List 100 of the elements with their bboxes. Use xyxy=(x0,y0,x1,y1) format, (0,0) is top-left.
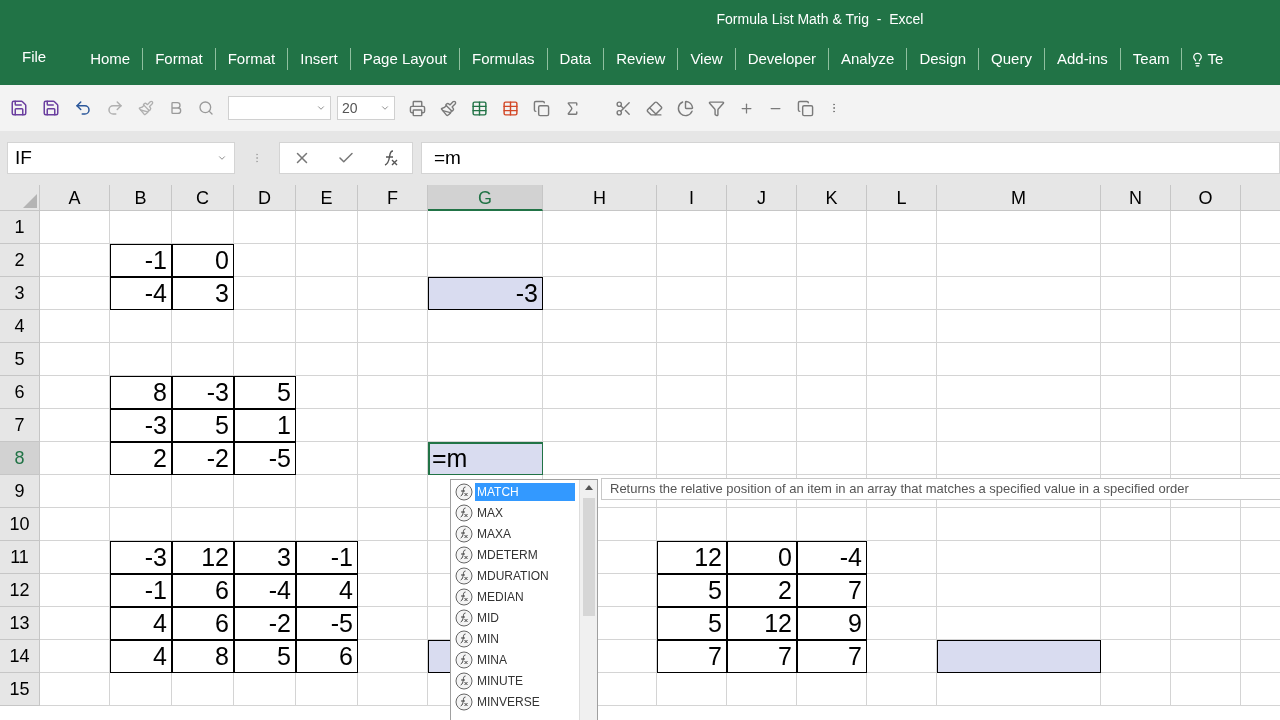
column-header[interactable]: L xyxy=(867,185,937,211)
cell[interactable]: -5 xyxy=(234,442,296,475)
undo-icon[interactable] xyxy=(74,99,92,117)
function-suggestion[interactable]: MINUTE xyxy=(451,670,579,691)
cell[interactable]: -3 xyxy=(428,277,543,310)
search-icon[interactable] xyxy=(198,100,214,116)
function-suggestion[interactable]: MEDIAN xyxy=(451,586,579,607)
row-header[interactable]: 1 xyxy=(0,211,40,244)
cell[interactable]: =m xyxy=(428,442,543,475)
cell[interactable]: -3 xyxy=(172,376,234,409)
row-header[interactable]: 13 xyxy=(0,607,40,640)
select-all-corner[interactable] xyxy=(0,185,40,211)
scissors-icon[interactable] xyxy=(615,99,632,117)
row-header[interactable]: 3 xyxy=(0,277,40,310)
tell-me-label[interactable]: Te xyxy=(1207,47,1224,71)
ribbon-tab[interactable]: Team xyxy=(1120,44,1182,74)
ribbon-tab[interactable]: Formulas xyxy=(460,44,547,74)
cell[interactable]: 6 xyxy=(172,607,234,640)
cell[interactable]: -2 xyxy=(234,607,296,640)
scroll-up-icon[interactable] xyxy=(584,484,593,490)
ribbon-tab[interactable]: Query xyxy=(979,44,1044,74)
row-header[interactable]: 6 xyxy=(0,376,40,409)
cell[interactable]: 7 xyxy=(797,640,867,673)
cell[interactable]: -1 xyxy=(110,574,172,607)
row-header[interactable]: 12 xyxy=(0,574,40,607)
row-header[interactable]: 10 xyxy=(0,508,40,541)
ribbon-tab[interactable]: Analyze xyxy=(829,44,907,74)
ribbon-tab[interactable]: Home xyxy=(78,44,143,74)
eraser-icon[interactable] xyxy=(646,99,663,117)
cell[interactable]: -2 xyxy=(172,442,234,475)
name-box[interactable]: IF xyxy=(7,142,235,174)
ribbon-tab[interactable]: Format xyxy=(143,44,215,74)
ribbon-tab[interactable]: Page Layout xyxy=(350,44,459,74)
ribbon-tab[interactable]: File xyxy=(0,42,69,73)
scrollbar[interactable] xyxy=(579,480,597,720)
cell[interactable]: 8 xyxy=(110,376,172,409)
cell[interactable]: -4 xyxy=(110,277,172,310)
ribbon-tab[interactable]: View xyxy=(678,44,735,74)
filter-icon[interactable] xyxy=(708,99,725,117)
function-suggestion[interactable]: MINA xyxy=(451,649,579,670)
row-header[interactable]: 14 xyxy=(0,640,40,673)
function-suggestion[interactable]: MID xyxy=(451,607,579,628)
column-header[interactable]: D xyxy=(234,185,296,211)
cell[interactable]: 7 xyxy=(657,640,727,673)
column-header[interactable]: O xyxy=(1171,185,1241,211)
cell[interactable]: 0 xyxy=(727,541,797,574)
function-suggestion[interactable]: MINVERSE xyxy=(451,691,579,712)
font-size-field[interactable]: 20 xyxy=(337,96,395,120)
cell[interactable]: 0 xyxy=(172,244,234,277)
copy-icon[interactable] xyxy=(533,99,550,117)
cell[interactable]: -1 xyxy=(110,244,172,277)
cell[interactable]: 4 xyxy=(110,640,172,673)
row-header[interactable]: 15 xyxy=(0,673,40,706)
column-header[interactable]: G xyxy=(428,185,543,211)
ribbon-tab[interactable]: Add-ins xyxy=(1044,44,1120,74)
cell[interactable]: -4 xyxy=(234,574,296,607)
row-header[interactable]: 2 xyxy=(0,244,40,277)
column-header[interactable]: A xyxy=(40,185,110,211)
cell[interactable]: 5 xyxy=(657,607,727,640)
cell[interactable]: 5 xyxy=(172,409,234,442)
function-suggestion[interactable]: MAX xyxy=(451,502,579,523)
cell[interactable]: 8 xyxy=(172,640,234,673)
cell[interactable]: -4 xyxy=(797,541,867,574)
column-header[interactable]: J xyxy=(727,185,797,211)
row-header[interactable]: 4 xyxy=(0,310,40,343)
ribbon-tab[interactable]: Design xyxy=(907,44,979,74)
fill-icon[interactable] xyxy=(440,99,457,117)
function-suggestion[interactable]: MAXA xyxy=(451,523,579,544)
ribbon-tab[interactable]: Data xyxy=(547,44,604,74)
column-header[interactable] xyxy=(1241,185,1280,211)
ribbon-tab[interactable]: Review xyxy=(604,44,678,74)
cell[interactable]: 7 xyxy=(797,574,867,607)
row-header[interactable]: 9 xyxy=(0,475,40,508)
cell[interactable]: 3 xyxy=(234,541,296,574)
cell[interactable]: 12 xyxy=(172,541,234,574)
cell[interactable]: -3 xyxy=(110,541,172,574)
column-header[interactable]: F xyxy=(358,185,428,211)
column-header[interactable]: B xyxy=(110,185,172,211)
column-header[interactable]: I xyxy=(657,185,727,211)
cell[interactable]: 4 xyxy=(110,607,172,640)
cell[interactable]: 6 xyxy=(172,574,234,607)
function-suggestion[interactable]: MIN xyxy=(451,628,579,649)
cell[interactable]: 12 xyxy=(657,541,727,574)
column-header[interactable]: N xyxy=(1101,185,1171,211)
save-icon[interactable] xyxy=(10,99,28,117)
cell[interactable]: 3 xyxy=(172,277,234,310)
brush-icon[interactable] xyxy=(138,100,154,116)
formula-field[interactable]: =m xyxy=(421,142,1280,174)
column-header[interactable]: K xyxy=(797,185,867,211)
scroll-thumb[interactable] xyxy=(582,498,595,616)
save-as-icon[interactable] xyxy=(42,99,60,117)
column-header[interactable]: E xyxy=(296,185,358,211)
cell[interactable]: 2 xyxy=(727,574,797,607)
cell[interactable]: 4 xyxy=(296,574,358,607)
ribbon-tab[interactable]: Format xyxy=(215,44,288,74)
cell[interactable]: 12 xyxy=(727,607,797,640)
function-suggestion[interactable]: MDURATION xyxy=(451,565,579,586)
cell[interactable]: -3 xyxy=(110,409,172,442)
function-suggestion[interactable]: MDETERM xyxy=(451,544,579,565)
pie-chart-icon[interactable] xyxy=(677,99,694,117)
